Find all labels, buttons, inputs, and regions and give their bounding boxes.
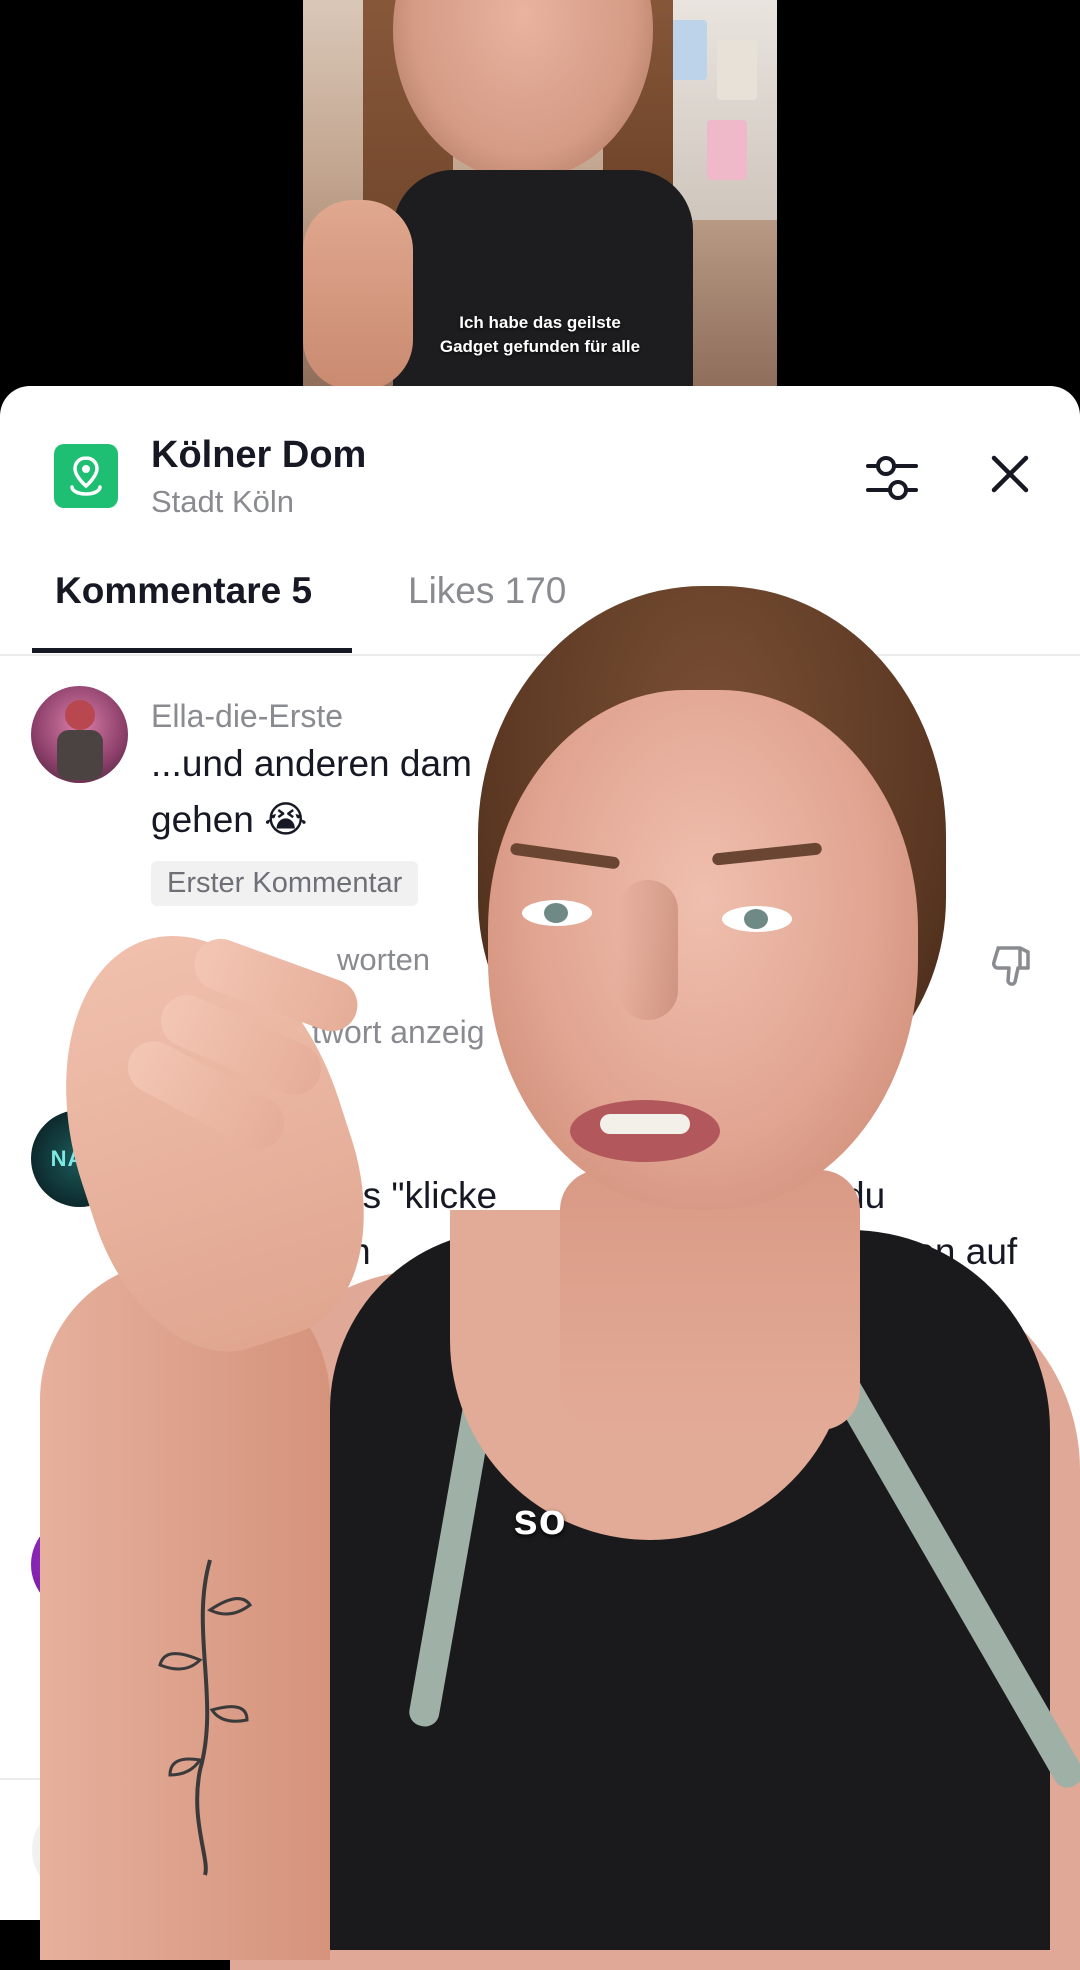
comment-username[interactable]: E [252,1116,273,1153]
video-frame[interactable]: Ich habe das geilste Gadget gefunden für… [303,0,777,390]
hand [303,200,413,390]
comment-text-line3: Sac [232,1287,296,1328]
comment-input-placeholder: nent [298,1829,369,1870]
close-icon[interactable] [986,450,1034,498]
avatar[interactable] [31,1516,128,1613]
dislike-icon[interactable] [988,940,1038,990]
comment-text-line2-right: ren auf [902,1231,1018,1272]
filter-icon[interactable] [862,452,922,504]
comment-sheet: Kölner Dom Stadt Köln Kommentare 5 Likes… [0,386,1080,1920]
reply-button[interactable]: worten [337,942,430,978]
tab-likes[interactable]: Likes 170 [408,570,566,612]
video-caption: Ich habe das geilste Gadget gefunden für… [439,313,641,356]
comment-input-bar: nent [0,1778,1080,1920]
location-pin-icon[interactable] [54,444,118,508]
comment-text: ...und anderen dam [151,743,472,784]
tab-bar: Kommentare 5 Likes 170 [0,536,1080,656]
comment-text: du das "klicke [270,1175,498,1216]
place-title[interactable]: Kölner Dom [151,434,366,477]
tab-comments[interactable]: Kommentare 5 [55,570,312,612]
avatar[interactable]: NADI [31,1110,128,1207]
comment-username[interactable]: Ella-die-Erste [151,698,343,735]
comment-timestamp: 9 St [151,942,207,977]
active-tab-indicator [32,648,352,653]
comment-input[interactable]: nent [32,1802,1048,1898]
comment-timestamp: d [212,1368,230,1403]
comment-text-line2: gehen 😭 [151,799,308,840]
video-background: Ich habe das geilste Gadget gefunden für… [0,0,1080,400]
comment-text-line2: uso m [270,1231,371,1272]
view-replies-button[interactable]: twort anzeig [312,1014,485,1051]
avatar[interactable] [31,686,128,783]
sheet-header: Kölner Dom Stadt Köln [0,386,1080,536]
first-comment-badge: Erster Kommentar [151,861,419,906]
place-subtitle: Stadt Köln [151,484,295,519]
comment-text-right: du [844,1175,886,1216]
